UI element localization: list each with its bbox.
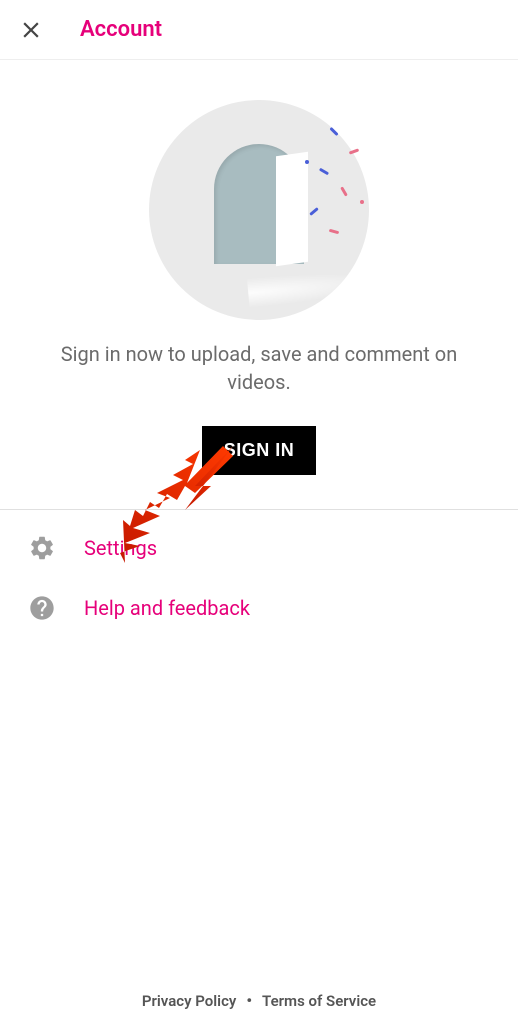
options-list: Settings Help and feedback <box>0 510 518 638</box>
terms-link[interactable]: Terms of Service <box>262 992 376 1010</box>
hero-section: Sign in now to upload, save and comment … <box>0 60 518 505</box>
door-illustration <box>149 100 369 320</box>
help-label: Help and feedback <box>84 596 250 620</box>
header: Account <box>0 0 518 60</box>
hero-message: Sign in now to upload, save and comment … <box>0 340 518 396</box>
help-feedback-item[interactable]: Help and feedback <box>0 578 518 638</box>
close-icon[interactable] <box>18 17 44 43</box>
privacy-link[interactable]: Privacy Policy <box>142 992 236 1010</box>
footer: Privacy Policy • Terms of Service <box>0 991 518 1024</box>
gear-icon <box>28 534 56 562</box>
page-title: Account <box>80 17 162 42</box>
sign-in-button[interactable]: SIGN IN <box>202 426 317 475</box>
footer-separator: • <box>246 991 252 1010</box>
settings-label: Settings <box>84 536 157 560</box>
settings-item[interactable]: Settings <box>0 518 518 578</box>
help-icon <box>28 594 56 622</box>
